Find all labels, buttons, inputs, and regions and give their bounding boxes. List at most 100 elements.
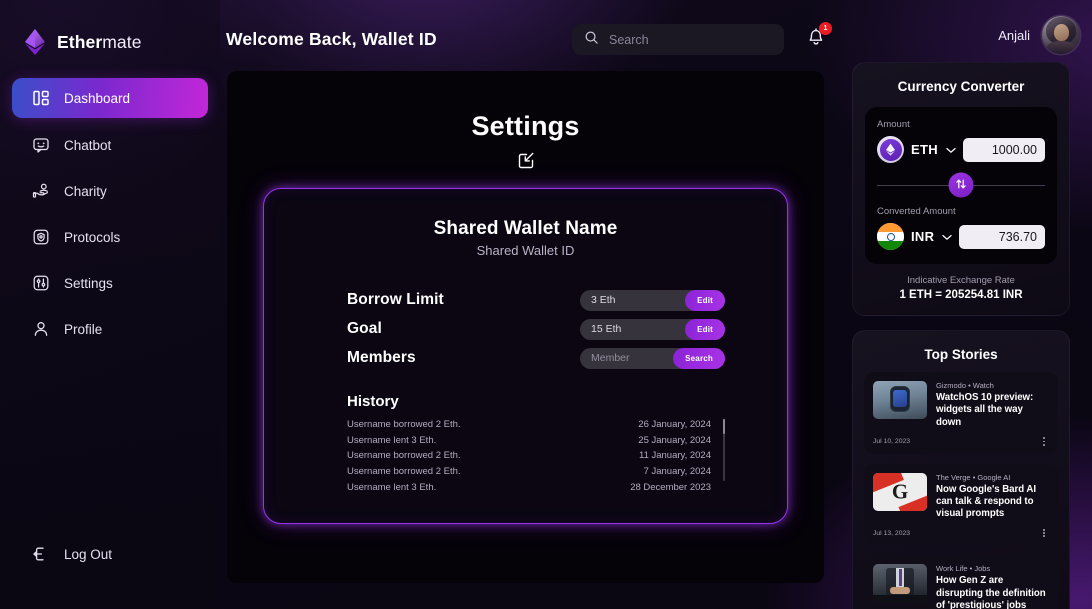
from-currency-code[interactable]: ETH bbox=[911, 142, 938, 157]
exchange-rate-value: 1 ETH = 205254.81 INR bbox=[899, 289, 1023, 301]
sidebar-item-chatbot[interactable]: Chatbot bbox=[12, 126, 208, 164]
field-label: Borrow Limit bbox=[347, 291, 444, 308]
dashboard-icon bbox=[32, 89, 50, 107]
search-icon bbox=[584, 30, 599, 50]
history-text: Username lent 3 Eth. bbox=[347, 481, 437, 493]
right-rail: Currency Converter Amount ETH 1000.00 Co… bbox=[852, 62, 1070, 609]
kebab-menu-icon[interactable] bbox=[1039, 527, 1049, 539]
edit-square-arrow-icon[interactable] bbox=[227, 150, 824, 170]
brand-name-bold: Ether bbox=[57, 31, 103, 52]
search-placeholder: Search bbox=[609, 32, 649, 47]
ethereum-coin-icon bbox=[877, 136, 904, 163]
story-headline: WatchOS 10 preview: widgets all the way … bbox=[936, 392, 1034, 428]
from-currency-row: ETH 1000.00 bbox=[877, 136, 1045, 163]
chevron-down-icon[interactable] bbox=[946, 141, 956, 159]
history-text: Username lent 3 Eth. bbox=[347, 434, 437, 446]
page-title: Settings bbox=[471, 111, 580, 141]
sidebar-item-label: Dashboard bbox=[64, 90, 131, 106]
table-row: Username borrowed 2 Eth. 11 January, 202… bbox=[347, 448, 725, 464]
brand-logo-area: Ethermate bbox=[0, 0, 220, 56]
welcome-title: Welcome Back, Wallet ID bbox=[226, 29, 437, 49]
chevron-down-icon[interactable] bbox=[942, 228, 952, 246]
user-name: Anjali bbox=[998, 27, 1030, 43]
charity-hand-icon bbox=[32, 182, 50, 200]
main-panel: Settings Shared Wallet Name Shared Walle… bbox=[227, 71, 824, 583]
field-row-borrow-limit: Borrow Limit 3 Eth Edit bbox=[347, 289, 725, 311]
top-stories-panel: Top Stories Gizmodo • Watch WatchOS 10 p… bbox=[852, 330, 1070, 609]
app-root: Ethermate Dashboard Chatbot Charity Prot… bbox=[0, 0, 1092, 609]
wallet-name: Shared Wallet Name bbox=[433, 218, 618, 239]
history-scrollbar[interactable] bbox=[722, 419, 725, 481]
sidebar-item-charity[interactable]: Charity bbox=[12, 172, 208, 210]
table-row: Username borrowed 2 Eth. 26 January, 202… bbox=[347, 417, 725, 433]
edit-borrow-limit-button[interactable]: Edit bbox=[685, 289, 725, 311]
story-date: Jul 13, 2023 bbox=[873, 529, 911, 537]
settings-sliders-icon bbox=[32, 274, 50, 292]
chat-bubble-icon bbox=[32, 136, 50, 154]
borrow-limit-input[interactable]: 3 Eth Edit bbox=[580, 289, 725, 311]
sidebar: Ethermate Dashboard Chatbot Charity Prot… bbox=[0, 0, 220, 609]
history-text: Username borrowed 2 Eth. bbox=[347, 466, 461, 478]
notifications-button[interactable]: 1 bbox=[805, 22, 832, 52]
sidebar-item-label: Charity bbox=[64, 183, 107, 199]
currency-converter-panel: Currency Converter Amount ETH 1000.00 Co… bbox=[852, 62, 1070, 316]
to-amount-input[interactable]: 736.70 bbox=[959, 224, 1045, 249]
search-member-button[interactable]: Search bbox=[673, 347, 725, 369]
converter-title: Currency Converter bbox=[897, 79, 1025, 94]
wallet-fields: Borrow Limit 3 Eth Edit Goal 15 Eth Edit… bbox=[264, 289, 787, 369]
topbar: Welcome Back, Wallet ID Search 1 Anjali bbox=[220, 0, 1092, 70]
field-label: Goal bbox=[347, 320, 382, 337]
field-value: 15 Eth bbox=[591, 323, 622, 335]
history-list: Username borrowed 2 Eth. 26 January, 202… bbox=[347, 417, 725, 495]
history-title: History bbox=[347, 393, 399, 410]
logout-button[interactable]: Log Out bbox=[12, 537, 112, 571]
list-item[interactable]: Gizmodo • Watch WatchOS 10 preview: widg… bbox=[864, 372, 1058, 454]
edit-goal-button[interactable]: Edit bbox=[685, 318, 725, 340]
goal-input[interactable]: 15 Eth Edit bbox=[580, 318, 725, 340]
history-text: Username borrowed 2 Eth. bbox=[347, 450, 461, 462]
table-row: Username borrowed 2 Eth. 7 January, 2024 bbox=[347, 464, 725, 480]
to-currency-code[interactable]: INR bbox=[911, 229, 934, 244]
history-date: 26 January, 2024 bbox=[638, 419, 711, 431]
field-row-members: Members Member Search bbox=[347, 347, 725, 369]
notification-badge: 1 bbox=[819, 22, 832, 35]
sidebar-item-dashboard[interactable]: Dashboard bbox=[12, 78, 208, 118]
brand-name: Ethermate bbox=[57, 32, 142, 53]
sidebar-item-profile[interactable]: Profile bbox=[12, 310, 208, 348]
list-item[interactable]: G The Verge • Google AI Now Google's Bar… bbox=[864, 463, 1058, 546]
sidebar-item-settings[interactable]: Settings bbox=[12, 264, 208, 302]
from-amount-input[interactable]: 1000.00 bbox=[962, 137, 1045, 162]
history-date: 11 January, 2024 bbox=[638, 450, 711, 462]
smartwatch-photo bbox=[873, 381, 927, 419]
sidebar-item-protocols[interactable]: Protocols bbox=[12, 218, 208, 256]
history-date: 28 December 2023 bbox=[630, 481, 711, 493]
businessman-photo bbox=[873, 564, 927, 603]
brand-name-light: mate bbox=[102, 31, 142, 52]
field-row-goal: Goal 15 Eth Edit bbox=[347, 318, 725, 340]
members-input[interactable]: Member Search bbox=[580, 347, 725, 369]
table-row: Username lent 3 Eth. 28 December 2023 bbox=[347, 479, 725, 495]
exchange-rate-label: Indicative Exchange Rate bbox=[907, 275, 1015, 286]
swap-currencies-button[interactable] bbox=[948, 172, 974, 198]
shared-wallet-card: Shared Wallet Name Shared Wallet ID Borr… bbox=[263, 188, 788, 524]
sidebar-item-label: Chatbot bbox=[64, 137, 112, 153]
story-headline: How Gen Z are disrupting the definition … bbox=[936, 575, 1046, 609]
history-date: 25 January, 2024 bbox=[638, 434, 711, 446]
list-item[interactable]: Work Life • Jobs How Gen Z are disruptin… bbox=[864, 555, 1058, 609]
sidebar-item-label: Settings bbox=[64, 275, 113, 291]
wallet-id: Shared Wallet ID bbox=[476, 243, 575, 258]
story-source: Gizmodo • Watch bbox=[936, 381, 994, 390]
avatar[interactable] bbox=[1042, 16, 1080, 54]
field-value: 3 Eth bbox=[591, 294, 616, 306]
search-input[interactable]: Search bbox=[572, 24, 784, 55]
to-currency-row: INR 736.70 bbox=[877, 223, 1045, 250]
swap-row bbox=[877, 172, 1045, 198]
kebab-menu-icon[interactable] bbox=[1039, 435, 1049, 447]
ethereum-diamond-icon bbox=[22, 28, 48, 56]
user-menu[interactable]: Anjali bbox=[998, 16, 1080, 54]
sidebar-item-label: Protocols bbox=[64, 229, 121, 245]
story-source: Work Life • Jobs bbox=[936, 564, 991, 574]
field-placeholder: Member bbox=[591, 352, 630, 364]
google-logo-photo: G bbox=[873, 472, 927, 511]
india-flag-icon bbox=[877, 223, 904, 250]
